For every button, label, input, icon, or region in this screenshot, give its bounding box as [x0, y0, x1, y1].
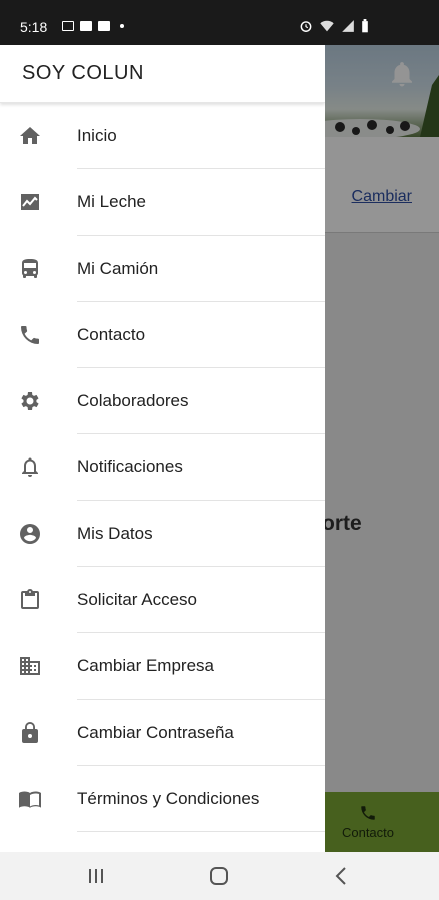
menu-item-cambiar-contrasena[interactable]: Cambiar Contraseña [0, 700, 325, 766]
menu-item-inicio[interactable]: Inicio [0, 103, 325, 170]
phone-icon [21, 325, 39, 344]
more-notifications-icon [120, 24, 124, 28]
home-button-icon[interactable] [207, 864, 231, 888]
recent-apps-icon[interactable] [84, 864, 108, 888]
menu-item-contacto[interactable]: Contacto [0, 302, 325, 369]
signal-icon [342, 20, 354, 32]
wifi-icon [320, 20, 334, 32]
menu-item-label: Mis Datos [77, 523, 153, 543]
status-bar: 5:18 [0, 0, 439, 45]
status-system-icons [299, 19, 369, 33]
alarm-icon [300, 21, 312, 32]
drawer-header: SOY COLUN [0, 45, 325, 103]
account-circle-icon [20, 523, 40, 544]
bell-icon [22, 457, 38, 478]
building-icon [20, 657, 40, 676]
menu-item-label: Contacto [77, 324, 146, 344]
menu-item-terminos-condiciones[interactable]: Términos y Condiciones [0, 766, 325, 833]
status-notification-icons [62, 21, 124, 31]
status-time: 5:18 [20, 19, 48, 35]
menu-item-colaboradores[interactable]: Colaboradores [0, 368, 325, 435]
drawer-title: SOY COLUN [22, 62, 144, 84]
menu-item-label: Solicitar Acceso [77, 590, 197, 610]
bus-icon [22, 258, 38, 278]
home-icon [20, 127, 40, 144]
menu-item-mis-datos[interactable]: Mis Datos [0, 501, 325, 568]
menu-item-notificaciones[interactable]: Notificaciones [0, 434, 325, 501]
lock-icon [22, 721, 38, 743]
system-navigation-bar [0, 852, 439, 900]
clipboard-icon [21, 589, 39, 610]
menu-item-label: Inicio [77, 126, 117, 145]
gear-icon [21, 392, 39, 411]
menu-item-solicitar-acceso[interactable]: Solicitar Acceso [0, 567, 325, 634]
divider [77, 831, 325, 833]
photo-notification-icon [98, 21, 110, 31]
image-notification-icon [62, 21, 74, 31]
menu-item-label: Mi Leche [77, 192, 146, 212]
navigation-drawer: SOY COLUN Inicio Mi Leche Mi Camión Cont… [0, 45, 325, 852]
menu-item-cambiar-empresa[interactable]: Cambiar Empresa [0, 633, 325, 700]
menu-item-label: Colaboradores [77, 391, 189, 411]
battery-icon [362, 19, 368, 33]
menu-item-label: Cambiar Contraseña [77, 722, 234, 742]
menu-item-mi-camion[interactable]: Mi Camión [0, 236, 325, 302]
menu-item-label: Términos y Condiciones [77, 788, 260, 808]
menu-item-label: Cambiar Empresa [77, 656, 214, 676]
document-icon [19, 791, 41, 808]
menu-item-label: Mi Camión [77, 258, 159, 278]
chart-icon [21, 194, 39, 211]
menu-item-label: Notificaciones [77, 457, 183, 477]
message-notification-icon [80, 21, 92, 31]
back-icon[interactable] [330, 864, 354, 888]
menu-item-mi-leche[interactable]: Mi Leche [0, 169, 325, 236]
